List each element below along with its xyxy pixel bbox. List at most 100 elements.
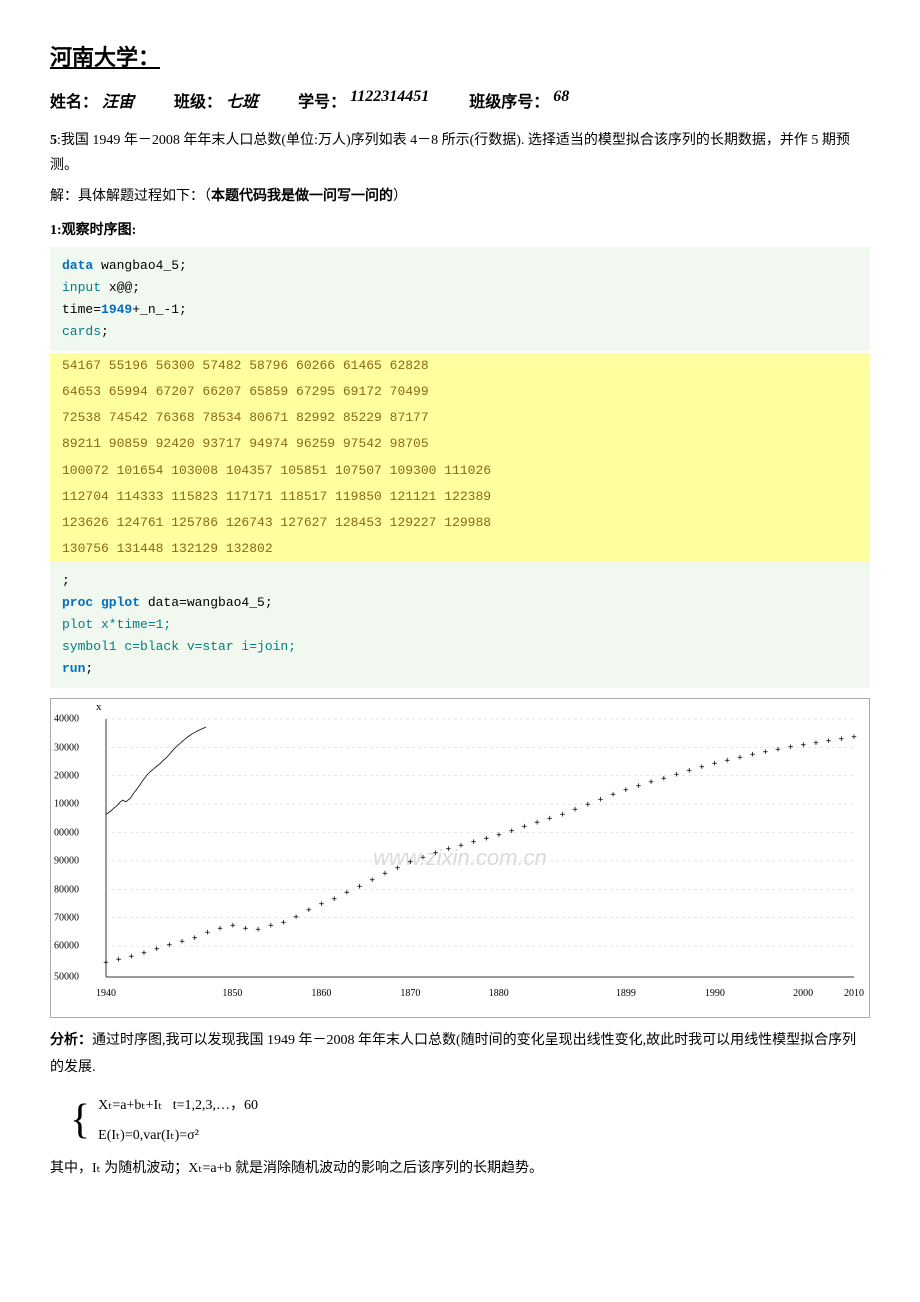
svg-text:+: + — [661, 774, 667, 784]
svg-text:+: + — [471, 838, 477, 848]
x-label-1970: 1870 — [400, 988, 420, 999]
svg-text:+: + — [598, 795, 604, 805]
svg-text:+: + — [281, 918, 287, 928]
final-note: 其中，Iₜ 为随机波动；Xₜ=a+b 就是消除随机波动的影响之后该序列的长期趋势… — [50, 1156, 870, 1183]
svg-text:+: + — [813, 739, 819, 749]
svg-text:+: + — [547, 815, 553, 825]
svg-text:+: + — [408, 858, 414, 868]
svg-text:+: + — [674, 770, 680, 780]
svg-text:+: + — [496, 831, 502, 841]
code-line-semicolon: ; — [62, 570, 858, 592]
data-row-1: 54167 55196 56300 57482 58796 60266 6146… — [50, 353, 870, 379]
x-label-1990: 1899 — [616, 988, 636, 999]
x-label-2010b: 2010 — [844, 988, 864, 999]
data-row-6: 112704 114333 115823 117171 118517 11985… — [50, 484, 870, 510]
code-block-1: data wangbao4_5; input x@@; time=1949+_n… — [50, 247, 870, 351]
name-label: 姓名： — [50, 88, 98, 112]
y-label-140000: 40000 — [54, 714, 79, 725]
code-line-time: time=1949+_n_-1; — [62, 299, 858, 321]
code-line-data: data wangbao4_5; — [62, 255, 858, 277]
svg-text:+: + — [750, 750, 756, 760]
svg-text:+: + — [205, 928, 211, 938]
formula-line-1: Xₜ=a+bₜ+Iₜ t=1,2,3,…，60 — [98, 1092, 258, 1120]
code-block-2: ; proc gplot data=wangbao4_5; plot x*tim… — [50, 562, 870, 688]
x-label-1980: 1880 — [489, 988, 509, 999]
y-label-110000: 10000 — [54, 799, 79, 810]
x-label-1950: 1850 — [222, 988, 242, 999]
code-line-plot: plot x*time=1; — [62, 614, 858, 636]
svg-text:+: + — [826, 737, 832, 747]
svg-text:+: + — [699, 763, 705, 773]
data-row-4: 89211 90859 92420 93717 94974 96259 9754… — [50, 431, 870, 457]
student-name: 姓名： 汪宙 — [50, 88, 134, 112]
y-label-90000: 90000 — [54, 856, 79, 867]
svg-text:+: + — [801, 741, 807, 751]
svg-text:+: + — [509, 827, 515, 837]
svg-text:+: + — [775, 745, 781, 755]
brace-symbol: { — [70, 1102, 90, 1140]
code-line-input: input x@@; — [62, 277, 858, 299]
question-text: 5:我国 1949 年－2008 年年末人口总数(单位:万人)序列如表 4－8 … — [50, 128, 870, 178]
data-row-3: 72538 74542 76368 78534 80671 82992 8522… — [50, 405, 870, 431]
svg-text:+: + — [458, 841, 464, 851]
y-label-100000: 00000 — [54, 827, 79, 838]
x-label-1960: 1860 — [311, 988, 331, 999]
svg-text:+: + — [319, 900, 325, 910]
svg-text:+: + — [167, 941, 173, 951]
x-label-1940: 1940 — [96, 988, 116, 999]
y-label-130000: 30000 — [54, 742, 79, 753]
x-label-2010: 2000 — [793, 988, 813, 999]
data-row-7: 123626 124761 125786 126743 127627 12845… — [50, 510, 870, 536]
svg-text:+: + — [433, 849, 439, 859]
solution-intro: 解：具体解题过程如下：（本题代码我是做一问写一问的） — [50, 184, 870, 209]
svg-text:+: + — [179, 938, 185, 948]
chart-area: x 40000 30000 20000 10000 00000 90000 80… — [106, 719, 854, 977]
x-label-2000: 1990 — [705, 988, 725, 999]
svg-text:+: + — [306, 906, 312, 916]
y-axis-title: x — [96, 701, 102, 713]
svg-text:+: + — [725, 756, 731, 766]
seat-label: 班级序号： — [469, 88, 549, 112]
svg-text:+: + — [332, 895, 338, 905]
student-id: 学号： 1122314451 — [298, 88, 429, 112]
code-line-gplot: proc gplot data=wangbao4_5; — [62, 592, 858, 614]
y-label-50000: 50000 — [54, 972, 79, 983]
svg-text:+: + — [382, 869, 388, 879]
svg-text:+: + — [141, 949, 147, 959]
svg-text:+: + — [230, 922, 236, 932]
svg-text:+: + — [420, 853, 426, 863]
svg-text:+: + — [370, 876, 376, 886]
y-label-70000: 70000 — [54, 913, 79, 924]
data-row-8: 130756 131448 132129 132802 — [50, 536, 870, 562]
svg-text:+: + — [116, 955, 122, 965]
svg-text:+: + — [192, 934, 198, 944]
svg-text:+: + — [357, 882, 363, 892]
student-info-row: 姓名： 汪宙 班级： 七班 学号： 1122314451 班级序号： 68 — [50, 88, 870, 112]
svg-text:+: + — [851, 733, 857, 743]
code-line-cards: cards; — [62, 321, 858, 343]
svg-text:+: + — [763, 748, 769, 758]
chart-container: www.zixin.com.cn x 40000 30000 20000 100… — [50, 698, 870, 1018]
name-value: 汪宙 — [102, 88, 134, 112]
svg-text:+: + — [344, 889, 350, 899]
svg-text:+: + — [293, 913, 299, 923]
y-label-80000: 80000 — [54, 884, 79, 895]
seat-value: 68 — [553, 88, 569, 112]
svg-text:+: + — [839, 735, 845, 745]
data-row-5: 100072 101654 103008 104357 105851 10750… — [50, 458, 870, 484]
svg-text:+: + — [560, 810, 566, 820]
svg-text:+: + — [395, 864, 401, 874]
y-label-120000: 20000 — [54, 771, 79, 782]
svg-text:+: + — [534, 818, 540, 828]
svg-text:+: + — [788, 743, 794, 753]
formula-line-2: E(Iₜ)=0,var(Iₜ)=σ² — [98, 1122, 258, 1150]
class-value: 七班 — [226, 88, 258, 112]
svg-text:+: + — [103, 958, 109, 968]
step1-heading: 1:观察时序图: — [50, 218, 870, 243]
svg-text:+: + — [129, 952, 135, 962]
data-row-2: 64653 65994 67207 66207 65859 67295 6917… — [50, 379, 870, 405]
svg-text:+: + — [610, 791, 616, 801]
id-value: 1122314451 — [350, 88, 429, 112]
svg-text:+: + — [522, 822, 528, 832]
svg-text:+: + — [572, 805, 578, 815]
